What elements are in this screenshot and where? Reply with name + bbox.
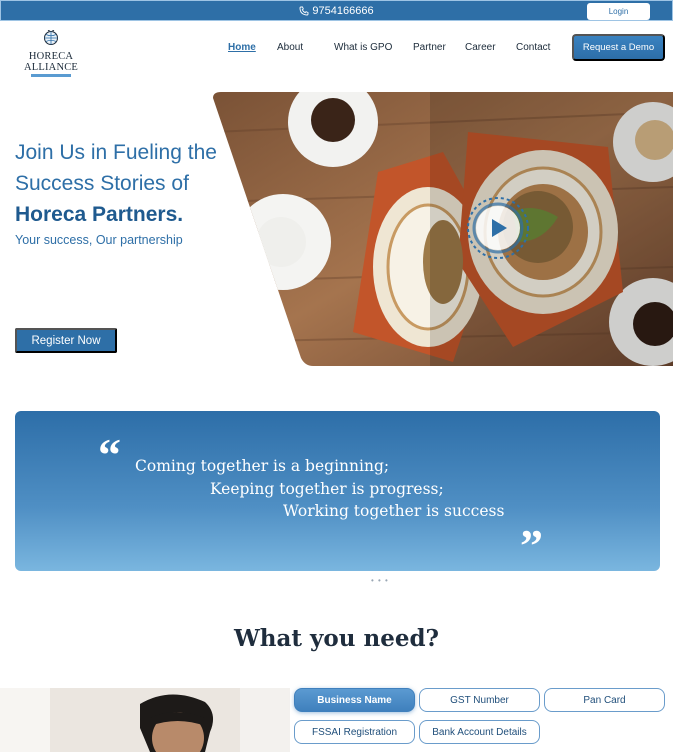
hero-subtitle: Your success, Our partnership (15, 233, 183, 247)
top-bar: 9754166666 Login (0, 0, 673, 21)
nav-contact[interactable]: Contact (516, 42, 550, 53)
register-now-button[interactable]: Register Now (15, 328, 117, 353)
phone-icon (299, 6, 309, 15)
phone-contact[interactable]: 9754166666 (299, 4, 374, 17)
person-image (0, 688, 290, 752)
nav-about[interactable]: About (277, 42, 303, 53)
tag-business-name[interactable]: Business Name (294, 688, 415, 712)
quote-banner: “ Coming together is a beginning; Keepin… (15, 411, 660, 571)
carousel-dots[interactable]: • • • (371, 576, 389, 585)
logo-text-horeca: HORECA (28, 51, 74, 62)
nav-what-is-gpo[interactable]: What is GPO (334, 42, 392, 53)
nav-home[interactable]: Home (228, 42, 256, 53)
nav-partner[interactable]: Partner (413, 42, 446, 53)
quote-line-1: Coming together is a beginning; (135, 457, 390, 475)
logo-underline (31, 74, 71, 77)
tag-pan-card[interactable]: Pan Card (544, 688, 665, 712)
hero-heading-line2: Success Stories of (15, 172, 189, 195)
phone-number: 9754166666 (312, 4, 374, 17)
open-quote-icon: “ (98, 429, 121, 480)
tag-fssai-registration[interactable]: FSSAI Registration (294, 720, 415, 744)
hero-heading-line1: Join Us in Fueling the (15, 141, 217, 164)
nav-career[interactable]: Career (465, 42, 496, 53)
logo-text-alliance: ALLIANCE (23, 62, 79, 73)
quote-line-3: Working together is success (283, 502, 505, 520)
close-quote-icon: ” (520, 520, 543, 571)
login-button[interactable]: Login (587, 3, 650, 20)
tag-bank-account-details[interactable]: Bank Account Details (419, 720, 540, 744)
request-demo-button[interactable]: Request a Demo (572, 34, 665, 61)
quote-line-2: Keeping together is progress; (210, 480, 444, 498)
tag-gst-number[interactable]: GST Number (419, 688, 540, 712)
globe-logo-icon (44, 28, 58, 45)
brand-logo[interactable]: HORECA ALLIANCE (22, 28, 80, 77)
hero-heading-line3: Horeca Partners. (15, 203, 184, 226)
hero-food-image (213, 92, 673, 366)
section-title: What you need? (233, 625, 440, 652)
